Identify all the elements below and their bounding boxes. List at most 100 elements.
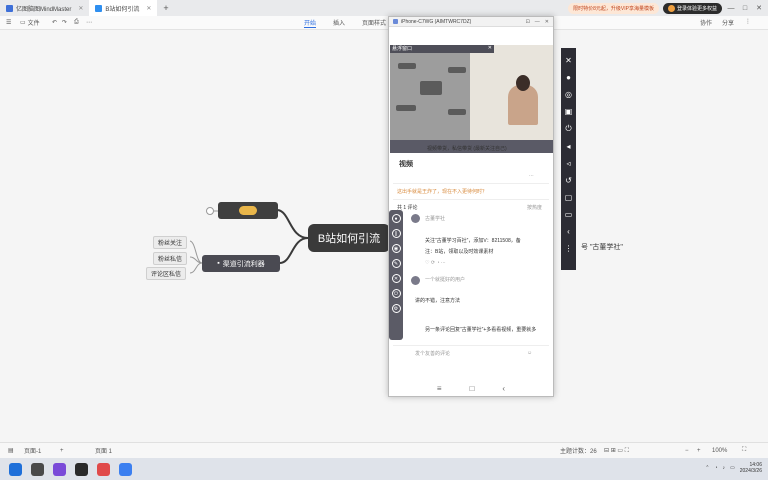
leaf-node[interactable]: 评论区私信 <box>146 267 187 280</box>
video-caption: 视频带货，私信带货 (最新关注自己) <box>427 146 507 152</box>
emoji-icon[interactable]: ☺ <box>527 350 532 356</box>
fullscreen-icon[interactable]: ⛶ <box>742 447 746 454</box>
avatar <box>667 4 675 12</box>
redo-icon[interactable]: ↷ <box>62 19 67 26</box>
floating-window-label: 悬浮窗口 ✕ <box>390 45 494 53</box>
more-options-icon[interactable]: ⋮ <box>745 18 751 25</box>
status-bar: ▤ 页面-1 + 页面 1 主题计数：26 ⊟ ⊞ ▭ ⛶ − + 100% ⛶ <box>0 442 768 458</box>
zoom-in-icon[interactable]: + <box>697 448 701 454</box>
app-icon[interactable] <box>119 462 132 476</box>
promo-banner[interactable]: 限时特价8元起，升级VIP享海量模板 <box>568 2 659 14</box>
battery-icon[interactable]: ▭ <box>730 465 735 471</box>
screenshot-icon[interactable]: ▣ <box>565 107 573 116</box>
comment-text: 关注“古董学习百社”，添加V：8211508，备 <box>425 238 521 244</box>
close-icon[interactable]: ✕ <box>78 5 83 12</box>
tab-label: B站如何引流 <box>105 6 140 13</box>
login-button[interactable]: 登录体验更多权益 <box>662 2 722 14</box>
tab-page-style[interactable]: 页面样式 <box>362 18 386 27</box>
collaborate-button[interactable]: 协作 <box>700 18 712 27</box>
volume-icon[interactable]: ♪ <box>723 465 726 471</box>
close-icon[interactable]: ✕ <box>146 5 151 12</box>
menu-nav-icon[interactable]: ≡ <box>437 384 442 393</box>
branch-node-top[interactable] <box>218 202 278 219</box>
more-icon[interactable]: ⋯ <box>529 173 534 179</box>
record-icon[interactable]: ● <box>391 214 401 223</box>
back-nav-icon[interactable]: ‹ <box>502 384 505 393</box>
clock[interactable]: 14:06 2024/3/26 <box>740 462 762 474</box>
rotate-icon[interactable]: ↺ <box>565 176 572 185</box>
recent-icon[interactable]: ▭ <box>565 210 573 219</box>
tab-start[interactable]: 开始 <box>304 18 317 28</box>
volume-up-icon[interactable]: ◂ <box>566 142 570 151</box>
start-icon[interactable] <box>9 462 22 476</box>
eye-icon[interactable]: ◎ <box>565 90 572 99</box>
section-title: 视频 <box>399 161 413 168</box>
comment-username: 一个就挺好的用户 <box>425 277 466 283</box>
document-icon <box>95 4 103 12</box>
comment-actions[interactable]: ♡ ⟳ ◔ ⋯ <box>425 260 446 266</box>
back-icon[interactable]: ‹ <box>567 227 570 236</box>
app-icon[interactable] <box>75 462 88 476</box>
map-icon[interactable]: ▤ <box>8 447 14 454</box>
close-icon[interactable]: ✕ <box>391 274 401 283</box>
tab-document[interactable]: B站如何引流 ✕ <box>89 0 158 16</box>
record-icon[interactable]: ● <box>566 73 571 82</box>
menu-icon[interactable]: ☰ <box>6 19 11 26</box>
close-icon[interactable]: ✕ <box>545 19 549 25</box>
camera-icon[interactable]: ◉ <box>391 244 401 253</box>
file-menu[interactable]: ▭ 文件 <box>20 18 40 27</box>
volume-down-icon[interactable]: ◃ <box>566 159 570 168</box>
title-bar: 亿图脑图MindMaster ✕ B站如何引流 ✕ + 限时特价8元起，升级VI… <box>0 0 768 16</box>
leaf-node[interactable]: 粉丝关注 <box>153 236 188 249</box>
video-player[interactable] <box>390 45 553 153</box>
branch-node[interactable]: ▪ 渠道引流利器 <box>202 255 280 272</box>
power-icon[interactable]: ⏻ <box>565 124 571 134</box>
zoom-out-icon[interactable]: − <box>685 448 689 454</box>
login-label: 登录体验更多权益 <box>676 5 717 12</box>
page-selector[interactable]: 页面-1 <box>24 446 41 455</box>
sort-toggle[interactable]: 按热度 <box>527 204 542 211</box>
clock-date: 2024/3/26 <box>739 468 762 474</box>
zoom-level[interactable]: 100% <box>712 448 727 454</box>
settings-icon[interactable]: ⚙ <box>391 304 401 313</box>
close-icon[interactable]: ✕ <box>488 45 492 51</box>
chevron-up-icon[interactable]: ⌃ <box>705 465 709 471</box>
maximize-button[interactable]: □ <box>740 5 750 12</box>
pen-icon[interactable]: ✎ <box>391 259 401 268</box>
collapse-toggle[interactable] <box>206 207 214 215</box>
power-icon[interactable]: ⏻ <box>391 289 401 298</box>
print-icon[interactable]: ⎙ <box>74 19 79 26</box>
phone-mirror-window[interactable]: iPhone-C7WG (AIMTWRC7DZ) ⊡ — ✕ 悬浮窗口 ✕ 视频… <box>388 16 554 397</box>
file-icon: ▭ <box>20 20 26 26</box>
close-window-button[interactable]: ✕ <box>754 4 764 12</box>
app-icon[interactable] <box>53 462 66 476</box>
tab-mindmaster[interactable]: 亿图脑图MindMaster ✕ <box>0 0 89 16</box>
network-icon[interactable]: ◔ <box>714 465 717 471</box>
undo-icon[interactable]: ↶ <box>52 19 57 26</box>
highlight-mark <box>239 206 257 215</box>
app-icon[interactable] <box>97 462 110 476</box>
search-icon[interactable] <box>31 462 44 476</box>
home-icon[interactable]: ▢ <box>565 193 573 202</box>
minimize-icon[interactable]: — <box>535 19 540 25</box>
menu-toolbar: ☰ ▭ 文件 ↶ ↷ ⎙ ⋯ 开始 插入 页面样式 协作 分享 ⋮ <box>0 16 768 30</box>
new-tab-button[interactable]: + <box>157 3 174 13</box>
central-topic[interactable]: B站如何引流 <box>308 224 390 252</box>
collapse-icon[interactable]: ✕ <box>565 56 572 65</box>
view-icons[interactable]: ⊟ ⊞ ▭ ⛶ <box>604 447 629 455</box>
share-button[interactable]: 分享 <box>722 18 734 27</box>
page-tab[interactable]: 页面 1 <box>95 446 112 455</box>
minimize-button[interactable]: — <box>726 5 736 12</box>
pause-icon[interactable]: ∥ <box>391 229 401 238</box>
comment-input[interactable]: 发个友善的评论 <box>415 350 450 357</box>
home-nav-icon[interactable]: □ <box>470 384 475 393</box>
more-icon[interactable]: ⋯ <box>86 19 92 26</box>
leaf-node[interactable]: 粉丝私信 <box>153 252 188 265</box>
avatar <box>411 276 420 285</box>
pin-icon[interactable]: ⊡ <box>526 19 530 25</box>
add-page-icon[interactable]: + <box>60 448 64 454</box>
phone-title-bar: iPhone-C7WG (AIMTWRC7DZ) ⊡ — ✕ <box>389 17 553 27</box>
tab-insert[interactable]: 插入 <box>333 18 345 27</box>
more-icon[interactable]: ⋮ <box>565 244 573 253</box>
os-taskbar: ⌃ ◔ ♪ ▭ 14:06 2024/3/26 <box>0 458 768 480</box>
